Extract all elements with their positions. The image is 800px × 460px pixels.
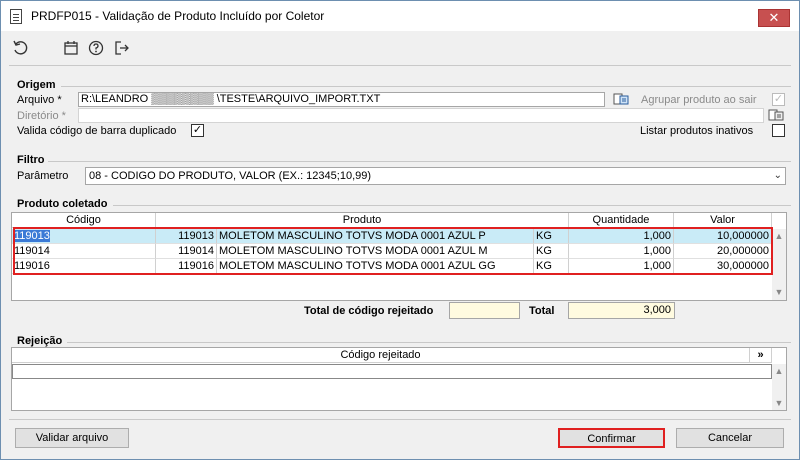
table-row[interactable]: 119014 119014 MOLETOM MASCULINO TOTVS MO… [12, 244, 772, 259]
cell-quantidade: 1,000 [569, 259, 674, 274]
parametro-selected-value: 08 - CODIGO DO PRODUTO, VALOR (EX.: 1234… [89, 170, 372, 182]
produto-divider [113, 205, 791, 206]
browse-file-icon[interactable] [613, 92, 629, 108]
cell-unidade: KG [534, 259, 569, 274]
close-button[interactable]: ✕ [758, 9, 790, 27]
produto-grid: Código Produto Quantidade Valor 119013 1… [11, 212, 787, 301]
valida-label: Valida código de barra duplicado [17, 125, 177, 137]
toolbar [1, 31, 799, 65]
cancelar-button[interactable]: Cancelar [676, 428, 784, 448]
listar-label: Listar produtos inativos [640, 125, 754, 137]
cell-codigo: 119013 [12, 229, 156, 244]
parametro-select[interactable]: 08 - CODIGO DO PRODUTO, VALOR (EX.: 1234… [85, 167, 786, 185]
window-title: PRDFP015 - Validação de Produto Incluído… [31, 9, 325, 23]
total-label: Total [529, 305, 555, 317]
help-icon[interactable] [88, 40, 104, 56]
cell-quantidade: 1,000 [569, 244, 674, 259]
cell-produto-nome: MOLETOM MASCULINO TOTVS MODA 0001 AZUL M [217, 244, 534, 259]
diretorio-input[interactable] [78, 108, 764, 123]
cell-produto-nome: MOLETOM MASCULINO TOTVS MODA 0001 AZUL G… [217, 259, 534, 274]
cell-quantidade: 1,000 [569, 229, 674, 244]
rejeicao-grid: Código rejeitado » ▲ ▼ [11, 347, 787, 411]
valida-checkbox[interactable]: ✓ [191, 124, 204, 137]
diretorio-label: Diretório * [17, 110, 66, 122]
agrupar-checkbox: ✓ [772, 93, 785, 106]
filtro-divider [48, 161, 791, 162]
col-header-codigo-rejeitado[interactable]: Código rejeitado [12, 348, 750, 363]
scroll-down-icon[interactable]: ▼ [772, 287, 786, 299]
agrupar-label: Agrupar produto ao sair [641, 94, 757, 106]
dialog-window: PRDFP015 - Validação de Produto Incluído… [0, 0, 800, 460]
cell-produto-cod: 119013 [156, 229, 217, 244]
total-rejeitado-label: Total de código rejeitado [304, 305, 434, 317]
origem-divider [61, 86, 791, 87]
total-rejeitado-value [449, 302, 520, 319]
title-bar: PRDFP015 - Validação de Produto Incluído… [1, 1, 799, 31]
parametro-label: Parâmetro [17, 170, 69, 182]
table-row[interactable]: 119016 119016 MOLETOM MASCULINO TOTVS MO… [12, 259, 772, 274]
produto-group-label: Produto coletado [17, 198, 108, 210]
cell-valor: 10,000000 [674, 229, 772, 244]
scroll-up-icon[interactable]: ▲ [772, 231, 786, 243]
col-header-quantidade[interactable]: Quantidade [569, 213, 674, 228]
browse-directory-icon[interactable] [768, 108, 784, 124]
cell-produto-cod: 119014 [156, 244, 217, 259]
cell-unidade: KG [534, 229, 569, 244]
cell-produto-nome: MOLETOM MASCULINO TOTVS MODA 0001 AZUL P [217, 229, 534, 244]
cell-valor: 20,000000 [674, 244, 772, 259]
col-header-valor[interactable]: Valor [674, 213, 772, 228]
calendar-icon[interactable] [63, 40, 79, 56]
listar-checkbox[interactable] [772, 124, 785, 137]
validar-arquivo-button[interactable]: Validar arquivo [15, 428, 129, 448]
cell-valor: 30,000000 [674, 259, 772, 274]
cell-codigo: 119014 [12, 244, 156, 259]
origem-group-label: Origem [17, 79, 56, 91]
col-header-produto[interactable]: Produto [156, 213, 569, 228]
cell-produto-cod: 119016 [156, 259, 217, 274]
cell-codigo-selected: 119013 [14, 230, 50, 242]
rejeicao-scrollbar[interactable]: ▲ ▼ [772, 364, 786, 410]
rejeicao-divider [67, 342, 791, 343]
footer-separator [9, 419, 791, 420]
scroll-down-icon[interactable]: ▼ [772, 398, 786, 410]
total-value: 3,000 [568, 302, 675, 319]
cell-codigo: 119016 [12, 259, 156, 274]
exit-icon[interactable] [114, 40, 130, 56]
arquivo-input[interactable]: R:\LEANDRO ▒▒▒▒▒▒▒▒ \TESTE\ARQUIVO_IMPOR… [78, 92, 605, 107]
scroll-up-icon[interactable]: ▲ [772, 366, 786, 378]
chevron-down-icon: ⌄ [773, 170, 782, 181]
rejeicao-empty-row[interactable] [12, 364, 772, 379]
arquivo-label: Arquivo * [17, 94, 62, 106]
expand-columns-button[interactable]: » [750, 348, 772, 363]
cell-unidade: KG [534, 244, 569, 259]
produto-scrollbar[interactable]: ▲ ▼ [772, 229, 786, 300]
rejeicao-group-label: Rejeição [17, 335, 63, 347]
filtro-group-label: Filtro [17, 154, 45, 166]
toolbar-separator [9, 65, 791, 66]
table-row[interactable]: 119013 119013 MOLETOM MASCULINO TOTVS MO… [12, 229, 772, 244]
confirmar-button[interactable]: Confirmar [558, 428, 665, 448]
undo-icon[interactable] [12, 40, 28, 56]
col-header-codigo[interactable]: Código [12, 213, 156, 228]
document-icon [10, 9, 22, 24]
